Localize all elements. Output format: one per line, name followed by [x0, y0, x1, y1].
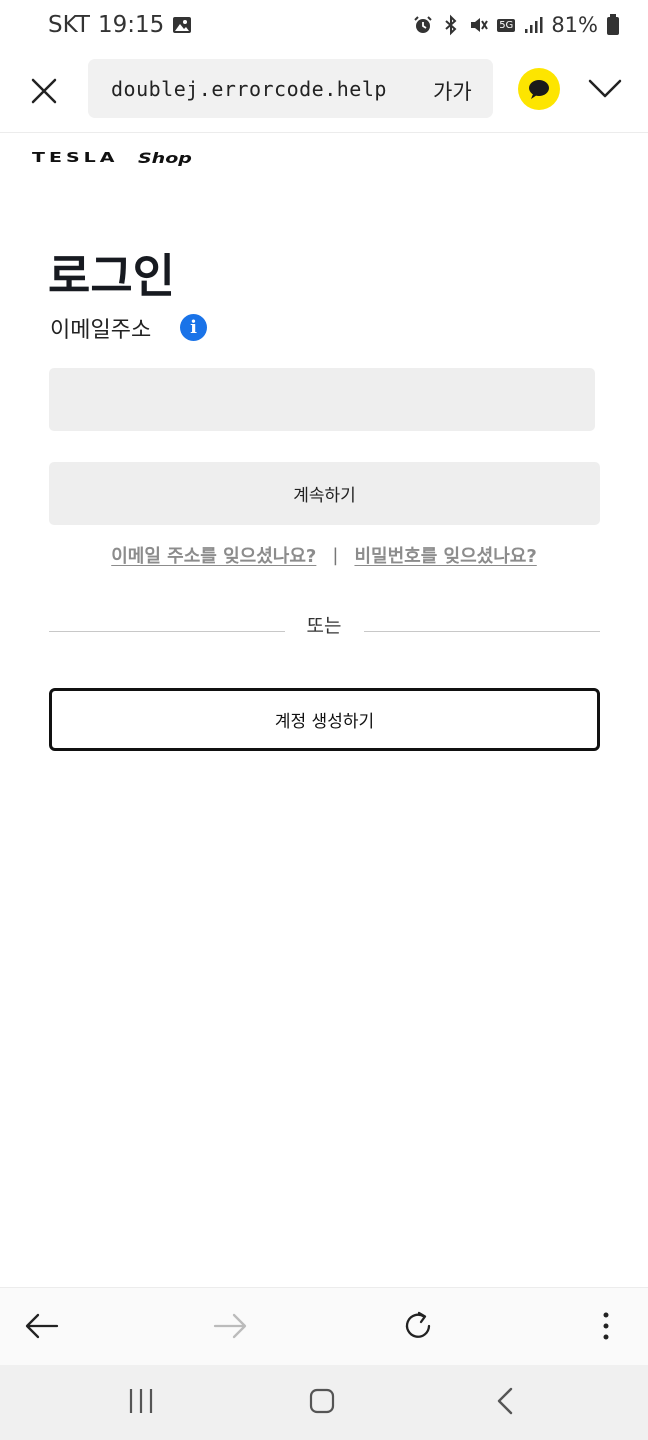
- clock: 19:15: [97, 12, 165, 38]
- url-text[interactable]: doublej.errorcode.help: [111, 77, 387, 101]
- divider-right: [364, 631, 600, 632]
- arrow-left-icon[interactable]: [24, 1310, 60, 1342]
- chevron-down-icon[interactable]: [588, 76, 622, 102]
- network-badge: 5G: [497, 18, 516, 32]
- close-icon[interactable]: [28, 75, 60, 107]
- chat-bubble-icon: [529, 80, 549, 99]
- kakao-chat-button[interactable]: [518, 68, 560, 110]
- more-vertical-icon[interactable]: [596, 1310, 616, 1342]
- link-separator: |: [332, 544, 339, 566]
- forgot-email-link[interactable]: 이메일 주소를 잊으셨나요?: [111, 542, 316, 568]
- browser-toolbar: [0, 1287, 648, 1366]
- home-icon[interactable]: [308, 1387, 336, 1415]
- bluetooth-icon: [445, 14, 457, 36]
- alarm-icon: [414, 16, 432, 33]
- email-field[interactable]: [49, 368, 595, 431]
- battery-percent: 81%: [551, 13, 598, 37]
- chevron-left-icon[interactable]: [492, 1386, 518, 1416]
- font-size-button[interactable]: 가가: [433, 76, 472, 106]
- page-title: 로그인: [48, 249, 175, 303]
- mute-icon: [471, 18, 489, 32]
- status-left: SKT 19:15: [48, 12, 192, 38]
- gallery-notification-icon: [173, 17, 192, 33]
- email-label: 이메일주소: [50, 318, 152, 343]
- recents-icon[interactable]: [126, 1386, 156, 1416]
- arrow-right-icon[interactable]: [212, 1310, 248, 1342]
- continue-button[interactable]: 계속하기: [49, 462, 600, 525]
- forgot-password-link[interactable]: 비밀번호를 잊으셨나요?: [354, 542, 536, 568]
- battery-icon: [607, 14, 619, 35]
- shop-logo[interactable]: Shop: [138, 150, 192, 167]
- or-divider-text: 또는: [306, 615, 342, 637]
- help-links-row: 이메일 주소를 잊으셨나요? | 비밀번호를 잊으셨나요?: [0, 542, 648, 568]
- signal-icon: [525, 17, 543, 33]
- tesla-logo[interactable]: TESLA: [32, 150, 118, 165]
- info-icon[interactable]: i: [180, 314, 207, 341]
- reload-icon[interactable]: [400, 1308, 436, 1344]
- status-right: 5G 81%: [413, 13, 620, 37]
- carrier-label: SKT: [48, 12, 90, 38]
- create-account-button[interactable]: 계정 생성하기: [49, 688, 600, 751]
